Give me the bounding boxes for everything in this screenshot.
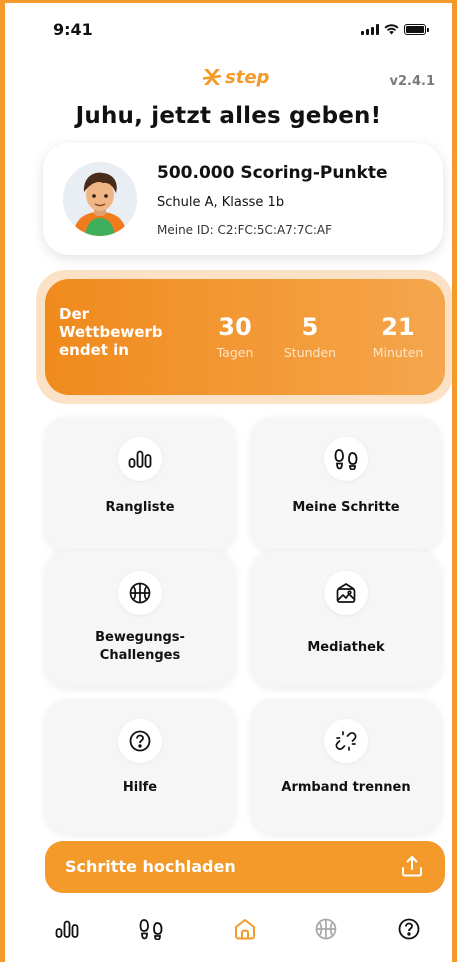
wifi-icon (384, 23, 399, 35)
tile-hilfe[interactable]: Hilfe (45, 699, 235, 833)
upload-label: Schritte hochladen (65, 857, 236, 876)
profile-card[interactable]: 500.000 Scoring-Punkte Schule A, Klasse … (43, 143, 443, 255)
tile-rangliste[interactable]: Rangliste (45, 417, 235, 551)
app-screen: 9:41 step v2.4.1 Juhu, jetzt alles geben… (0, 0, 457, 962)
scoring-points: 500.000 Scoring-Punkte (157, 163, 388, 183)
logo-mark-icon (202, 69, 222, 85)
nav-home[interactable] (227, 911, 263, 947)
tile-label: Bewegungs- Challenges (95, 630, 185, 663)
page-title: Juhu, jetzt alles geben! (75, 103, 382, 129)
tile-label: Armband trennen (281, 780, 411, 795)
countdown-days-unit: Tagen (216, 345, 254, 360)
tile-label: Rangliste (105, 500, 175, 515)
home-icon (235, 919, 255, 940)
tile-mediathek[interactable]: Mediathek (251, 551, 441, 687)
countdown-hours: 5 Stunden (275, 313, 345, 360)
tile-meine-schritte[interactable]: Meine Schritte (251, 417, 441, 551)
countdown-days: 30 Tagen (200, 313, 270, 360)
help-icon (118, 719, 162, 763)
basketball-icon (118, 571, 162, 615)
status-time: 9:41 (53, 20, 93, 39)
app-version: v2.4.1 (389, 74, 436, 89)
tile-label: Hilfe (122, 780, 158, 795)
countdown-hours-value: 5 (301, 313, 319, 341)
basketball-icon (315, 918, 337, 940)
help-icon (398, 918, 420, 940)
countdown-days-value: 30 (218, 313, 252, 341)
nav-footsteps[interactable] (133, 911, 169, 947)
unlink-icon (324, 719, 368, 763)
footsteps-icon (139, 919, 163, 940)
user-id: Meine ID: C2:FC:5C:A7:7C:AF (157, 223, 333, 237)
battery-icon (404, 24, 429, 35)
status-bar: 9:41 (5, 3, 452, 47)
bottom-nav (5, 911, 452, 951)
countdown-minutes: 21 Minuten (363, 313, 433, 360)
countdown-label: Der Wettbewerb endet in (59, 305, 163, 359)
leaderboard-icon (118, 437, 162, 481)
status-icons (361, 23, 429, 35)
signal-icon (361, 24, 379, 35)
countdown-minutes-unit: Minuten (372, 345, 424, 360)
countdown-hours-unit: Stunden (283, 345, 337, 360)
upload-steps-button[interactable]: Schritte hochladen (45, 841, 445, 893)
countdown-minutes-value: 21 (381, 313, 415, 341)
media-library-icon (324, 571, 368, 615)
logo-text: step (225, 66, 270, 88)
countdown-banner: Der Wettbewerb endet in 30 Tagen 5 Stund… (45, 279, 445, 395)
tile-armband-trennen[interactable]: Armband trennen (251, 699, 441, 833)
footsteps-icon (324, 437, 368, 481)
nav-help[interactable] (391, 911, 427, 947)
tile-label: Mediathek (307, 640, 385, 655)
upload-icon (402, 856, 422, 877)
avatar (63, 162, 137, 236)
leaderboard-icon (55, 920, 79, 938)
nav-challenges[interactable] (308, 911, 344, 947)
nav-leaderboard[interactable] (49, 911, 85, 947)
school-class: Schule A, Klasse 1b (157, 195, 285, 210)
tile-label: Meine Schritte (292, 500, 400, 515)
tile-bewegungs-challenges[interactable]: Bewegungs- Challenges (45, 551, 235, 687)
app-logo: step (201, 66, 269, 88)
